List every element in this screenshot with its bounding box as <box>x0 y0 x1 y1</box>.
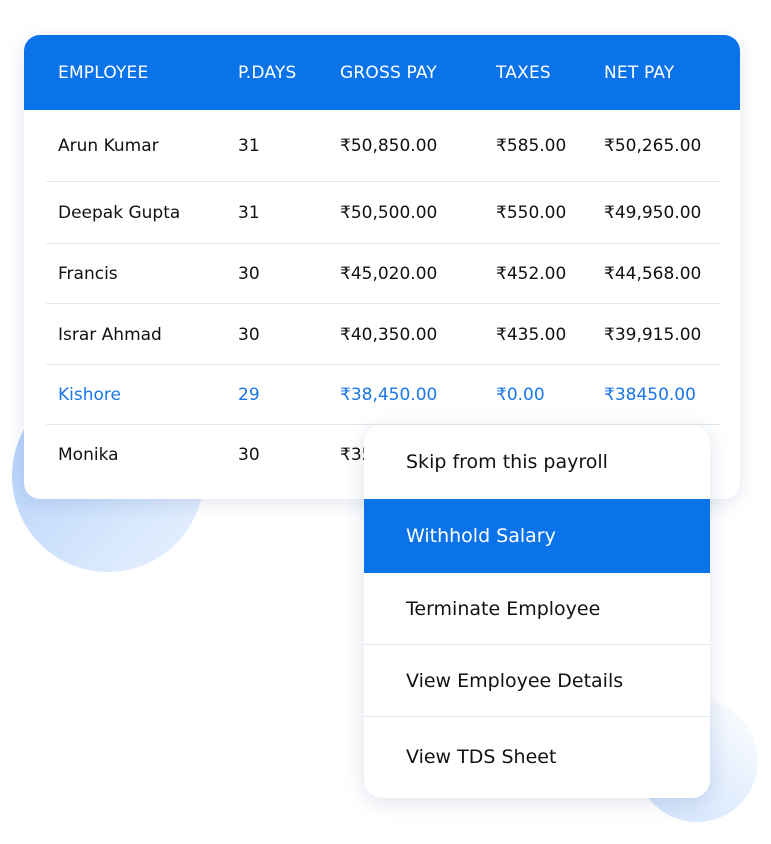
employee-name: Kishore <box>58 385 121 405</box>
column-header-gross-pay[interactable]: GROSS PAY <box>340 63 437 83</box>
net-pay: ₹44,568.00 <box>604 264 702 284</box>
table-row[interactable]: Francis 30 ₹45,020.00 ₹452.00 ₹44,568.00 <box>24 244 740 304</box>
menu-item-skip-payroll[interactable]: Skip from this payroll <box>364 425 710 499</box>
column-header-net-pay[interactable]: NET PAY <box>604 63 675 83</box>
table-row[interactable]: Deepak Gupta 31 ₹50,500.00 ₹550.00 ₹49,9… <box>24 182 740 244</box>
paid-days: 31 <box>238 136 260 156</box>
taxes: ₹452.00 <box>496 264 567 284</box>
paid-days: 29 <box>238 385 260 405</box>
paid-days: 30 <box>238 324 260 345</box>
employee-name: Deepak Gupta <box>58 203 181 223</box>
table-row[interactable]: Israr Ahmad 30 ₹40,350.00 ₹435.00 ₹39,91… <box>24 304 740 365</box>
taxes: ₹435.00 <box>496 324 567 345</box>
taxes: ₹550.00 <box>496 203 567 223</box>
net-pay: ₹39,915.00 <box>604 324 702 345</box>
menu-item-terminate-employee[interactable]: Terminate Employee <box>364 573 710 645</box>
row-context-menu: Skip from this payroll Withhold Salary T… <box>364 425 710 798</box>
taxes: ₹0.00 <box>496 385 545 405</box>
employee-name: Israr Ahmad <box>58 324 162 345</box>
gross-pay: ₹45,020.00 <box>340 264 438 284</box>
net-pay: ₹38450.00 <box>604 385 696 405</box>
net-pay: ₹49,950.00 <box>604 203 702 223</box>
taxes: ₹585.00 <box>496 136 567 156</box>
menu-item-view-employee-details[interactable]: View Employee Details <box>364 645 710 717</box>
column-header-pdays[interactable]: P.DAYS <box>238 63 296 83</box>
net-pay: ₹50,265.00 <box>604 136 702 156</box>
paid-days: 30 <box>238 264 260 284</box>
gross-pay: ₹38,450.00 <box>340 385 438 405</box>
menu-item-view-tds-sheet[interactable]: View TDS Sheet <box>364 717 710 797</box>
gross-pay: ₹40,350.00 <box>340 324 438 345</box>
menu-item-withhold-salary[interactable]: Withhold Salary <box>364 499 710 573</box>
paid-days: 31 <box>238 203 260 223</box>
employee-name: Monika <box>58 445 119 465</box>
employee-name: Francis <box>58 264 118 284</box>
table-row[interactable]: Arun Kumar 31 ₹50,850.00 ₹585.00 ₹50,265… <box>24 110 740 182</box>
gross-pay: ₹50,850.00 <box>340 136 438 156</box>
gross-pay: ₹50,500.00 <box>340 203 438 223</box>
table-row-selected[interactable]: Kishore 29 ₹38,450.00 ₹0.00 ₹38450.00 <box>24 365 740 425</box>
employee-name: Arun Kumar <box>58 136 159 156</box>
column-header-taxes[interactable]: TAXES <box>496 63 551 83</box>
column-header-employee[interactable]: EMPLOYEE <box>58 63 148 83</box>
table-header: EMPLOYEE P.DAYS GROSS PAY TAXES NET PAY <box>24 35 740 110</box>
paid-days: 30 <box>238 445 260 465</box>
